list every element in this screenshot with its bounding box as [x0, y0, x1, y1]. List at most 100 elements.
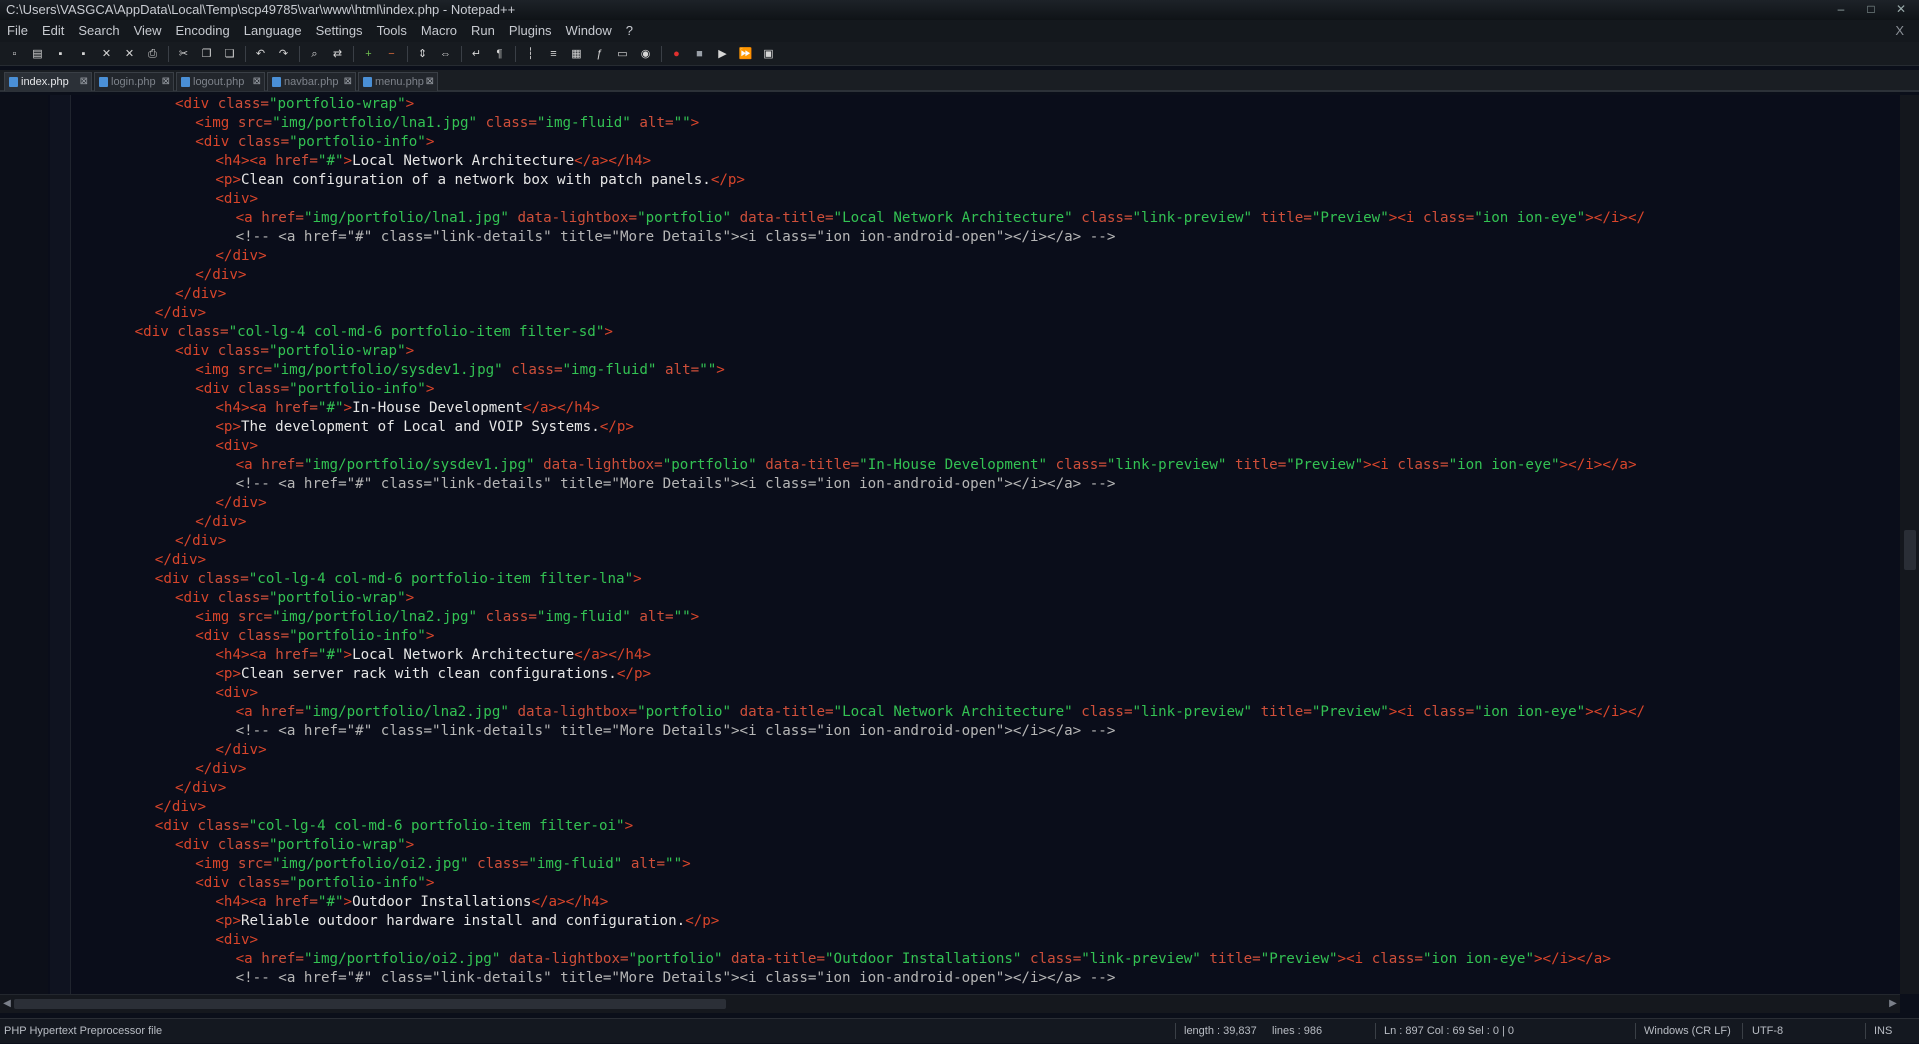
code-line[interactable]: 393</div> [74, 532, 1900, 551]
code-line[interactable]: 375<div> [74, 190, 1900, 209]
sync-v-icon[interactable]: ⇕ [414, 46, 431, 62]
code-line[interactable]: 397<img src="img/portfolio/lna2.jpg" cla… [74, 608, 1900, 627]
undo-icon[interactable]: ↶ [252, 46, 269, 62]
save-macro-icon[interactable]: ▣ [760, 46, 777, 62]
code-line[interactable]: 378</div> [74, 247, 1900, 266]
code-line[interactable]: 379</div> [74, 266, 1900, 285]
tab-close-icon[interactable]: ⊠ [162, 73, 170, 91]
horizontal-scroll-thumb[interactable] [14, 999, 726, 1009]
copy-icon[interactable]: ❐ [198, 46, 215, 62]
close-icon[interactable]: ✕ [98, 46, 115, 62]
open-file-icon[interactable]: ▤ [29, 46, 46, 62]
code-line[interactable]: 383<div class="portfolio-wrap"> [74, 342, 1900, 361]
tab-login-php[interactable]: login.php ⊠ [94, 72, 174, 91]
code-line[interactable]: 388<div> [74, 437, 1900, 456]
scroll-right-icon[interactable]: ▶ [1886, 995, 1900, 1013]
code-line[interactable]: 389<a href="img/portfolio/sysdev1.jpg" d… [74, 456, 1900, 475]
code-line[interactable]: 410<img src="img/portfolio/oi2.jpg" clas… [74, 855, 1900, 874]
code-line[interactable]: 380</div> [74, 285, 1900, 304]
code-line[interactable]: 412<h4><a href="#">Outdoor Installations… [74, 893, 1900, 912]
udl-icon[interactable]: ≡ [545, 46, 562, 62]
code-line[interactable]: 374<p>Clean configuration of a network b… [74, 171, 1900, 190]
code-line[interactable]: 386<h4><a href="#">In-House Development<… [74, 399, 1900, 418]
code-line[interactable]: 415<a href="img/portfolio/oi2.jpg" data-… [74, 950, 1900, 969]
code-line[interactable]: 376<a href="img/portfolio/lna1.jpg" data… [74, 209, 1900, 228]
tab-navbar-php[interactable]: navbar.php ⊠ [267, 72, 356, 91]
tab-close-icon[interactable]: ⊠ [426, 73, 434, 91]
play-macro-icon[interactable]: ▶ [714, 46, 731, 62]
document-close-icon[interactable]: X [1888, 20, 1911, 42]
code-line[interactable]: 408<div class="col-lg-4 col-md-6 portfol… [74, 817, 1900, 836]
menu-item-tools[interactable]: Tools [370, 20, 414, 42]
code-line[interactable]: 401<div> [74, 684, 1900, 703]
vertical-scroll-thumb[interactable] [1904, 530, 1916, 570]
indent-guide-icon[interactable]: ┆ [522, 46, 539, 62]
code-line[interactable]: 396<div class="portfolio-wrap"> [74, 589, 1900, 608]
fold-margin[interactable] [50, 95, 71, 994]
function-list-icon[interactable]: ƒ [591, 46, 608, 62]
code-line[interactable]: 394</div> [74, 551, 1900, 570]
menu-item-encoding[interactable]: Encoding [169, 20, 237, 42]
code-line[interactable]: 384<img src="img/portfolio/sysdev1.jpg" … [74, 361, 1900, 380]
menu-item-language[interactable]: Language [237, 20, 309, 42]
zoom-in-icon[interactable]: + [360, 46, 377, 62]
menu-item-plugins[interactable]: Plugins [502, 20, 559, 42]
run-macro-icon[interactable]: ⏩ [737, 46, 754, 62]
code-line[interactable]: 381</div> [74, 304, 1900, 323]
save-icon[interactable]: ▪ [52, 46, 69, 62]
scroll-left-icon[interactable]: ◀ [0, 995, 14, 1013]
code-line[interactable]: 413<p>Reliable outdoor hardware install … [74, 912, 1900, 931]
stop-macro-icon[interactable]: ■ [691, 46, 708, 62]
all-chars-icon[interactable]: ¶ [491, 46, 508, 62]
code-area[interactable]: 370<div class="portfolio-wrap">371<img s… [74, 95, 1900, 994]
code-line[interactable]: 409<div class="portfolio-wrap"> [74, 836, 1900, 855]
code-line[interactable]: 404</div> [74, 741, 1900, 760]
find-icon[interactable]: ⌕ [306, 46, 323, 62]
vertical-scrollbar[interactable] [1900, 95, 1919, 994]
code-line[interactable]: 372<div class="portfolio-info"> [74, 133, 1900, 152]
menu-item-macro[interactable]: Macro [414, 20, 464, 42]
sync-h-icon[interactable]: ⇔ [437, 46, 454, 62]
menu-item-search[interactable]: Search [71, 20, 126, 42]
new-file-icon[interactable]: ▫ [6, 46, 23, 62]
code-line[interactable]: 395<div class="col-lg-4 col-md-6 portfol… [74, 570, 1900, 589]
paste-icon[interactable]: ❏ [221, 46, 238, 62]
code-line[interactable]: 407</div> [74, 798, 1900, 817]
code-line[interactable]: 371<img src="img/portfolio/lna1.jpg" cla… [74, 114, 1900, 133]
cut-icon[interactable]: ✂ [175, 46, 192, 62]
horizontal-scrollbar[interactable]: ◀ ▶ [0, 994, 1900, 1013]
code-line[interactable]: 414<div> [74, 931, 1900, 950]
code-line[interactable]: 392</div> [74, 513, 1900, 532]
code-line[interactable]: 382<div class="col-lg-4 col-md-6 portfol… [74, 323, 1900, 342]
tab-menu-php[interactable]: menu.php ⊠ [358, 72, 438, 91]
replace-icon[interactable]: ⇄ [329, 46, 346, 62]
tab-close-icon[interactable]: ⊠ [253, 73, 261, 91]
folder-workspace-icon[interactable]: ▭ [614, 46, 631, 62]
save-all-icon[interactable]: ▪ [75, 46, 92, 62]
code-line[interactable]: 399<h4><a href="#">Local Network Archite… [74, 646, 1900, 665]
word-wrap-icon[interactable]: ↵ [468, 46, 485, 62]
maximize-icon[interactable]: □ [1857, 1, 1885, 17]
code-line[interactable]: 405</div> [74, 760, 1900, 779]
window-close-icon[interactable]: ✕ [1887, 1, 1915, 17]
menu-item-view[interactable]: View [127, 20, 169, 42]
menu-item-help[interactable]: ? [619, 20, 640, 42]
menu-item-file[interactable]: File [0, 20, 35, 42]
code-line[interactable]: 411<div class="portfolio-info"> [74, 874, 1900, 893]
tab-index-php[interactable]: index.php ⊠ [4, 72, 92, 91]
tab-close-icon[interactable]: ⊠ [344, 73, 352, 91]
code-line[interactable]: 416<!-- <a href="#" class="link-details"… [74, 969, 1900, 988]
tab-logout-php[interactable]: logout.php ⊠ [176, 72, 265, 91]
editor[interactable]: 370<div class="portfolio-wrap">371<img s… [0, 95, 1919, 994]
record-macro-icon[interactable]: ● [668, 46, 685, 62]
code-line[interactable]: 385<div class="portfolio-info"> [74, 380, 1900, 399]
code-line[interactable]: 402<a href="img/portfolio/lna2.jpg" data… [74, 703, 1900, 722]
close-all-icon[interactable]: ✕ [121, 46, 138, 62]
redo-icon[interactable]: ↷ [275, 46, 292, 62]
code-line[interactable]: 387<p>The development of Local and VOIP … [74, 418, 1900, 437]
code-line[interactable]: 377<!-- <a href="#" class="link-details"… [74, 228, 1900, 247]
menu-item-window[interactable]: Window [559, 20, 619, 42]
doc-map-icon[interactable]: ▦ [568, 46, 585, 62]
menu-item-edit[interactable]: Edit [35, 20, 71, 42]
zoom-out-icon[interactable]: − [383, 46, 400, 62]
